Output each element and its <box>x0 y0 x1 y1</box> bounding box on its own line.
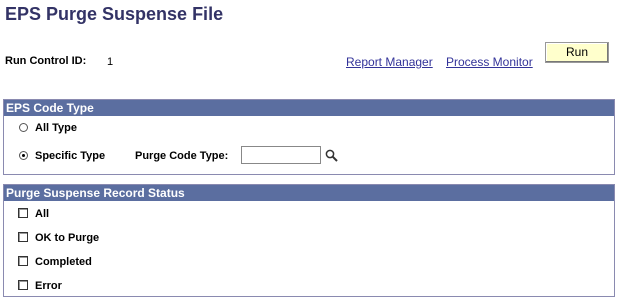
status-all-checkbox[interactable] <box>18 208 28 218</box>
run-control-label: Run Control ID: <box>5 55 87 67</box>
process-monitor-link[interactable]: Process Monitor <box>446 55 533 69</box>
status-ok-to-purge-label: OK to Purge <box>35 232 100 244</box>
all-type-radio[interactable] <box>19 123 28 132</box>
status-completed-checkbox[interactable] <box>18 256 28 266</box>
eps-code-type-header: EPS Code Type <box>4 100 614 116</box>
run-control-value: 1 <box>107 56 114 68</box>
status-error-label: Error <box>35 280 62 292</box>
specific-type-radio[interactable] <box>19 151 28 160</box>
status-error-checkbox[interactable] <box>18 280 28 290</box>
purge-code-type-input[interactable] <box>241 146 321 164</box>
status-all-label: All <box>35 208 50 220</box>
status-ok-to-purge-checkbox[interactable] <box>18 232 28 242</box>
report-manager-link[interactable]: Report Manager <box>346 55 433 69</box>
all-type-label: All Type <box>35 122 77 134</box>
specific-type-label: Specific Type <box>35 150 106 162</box>
record-status-header: Purge Suspense Record Status <box>4 185 614 201</box>
purge-code-type-label: Purge Code Type: <box>135 150 229 162</box>
status-completed-label: Completed <box>35 256 92 268</box>
magnifying-glass-icon[interactable] <box>325 149 338 162</box>
page-title: EPS Purge Suspense File <box>5 4 224 24</box>
run-button[interactable]: Run <box>545 42 609 63</box>
